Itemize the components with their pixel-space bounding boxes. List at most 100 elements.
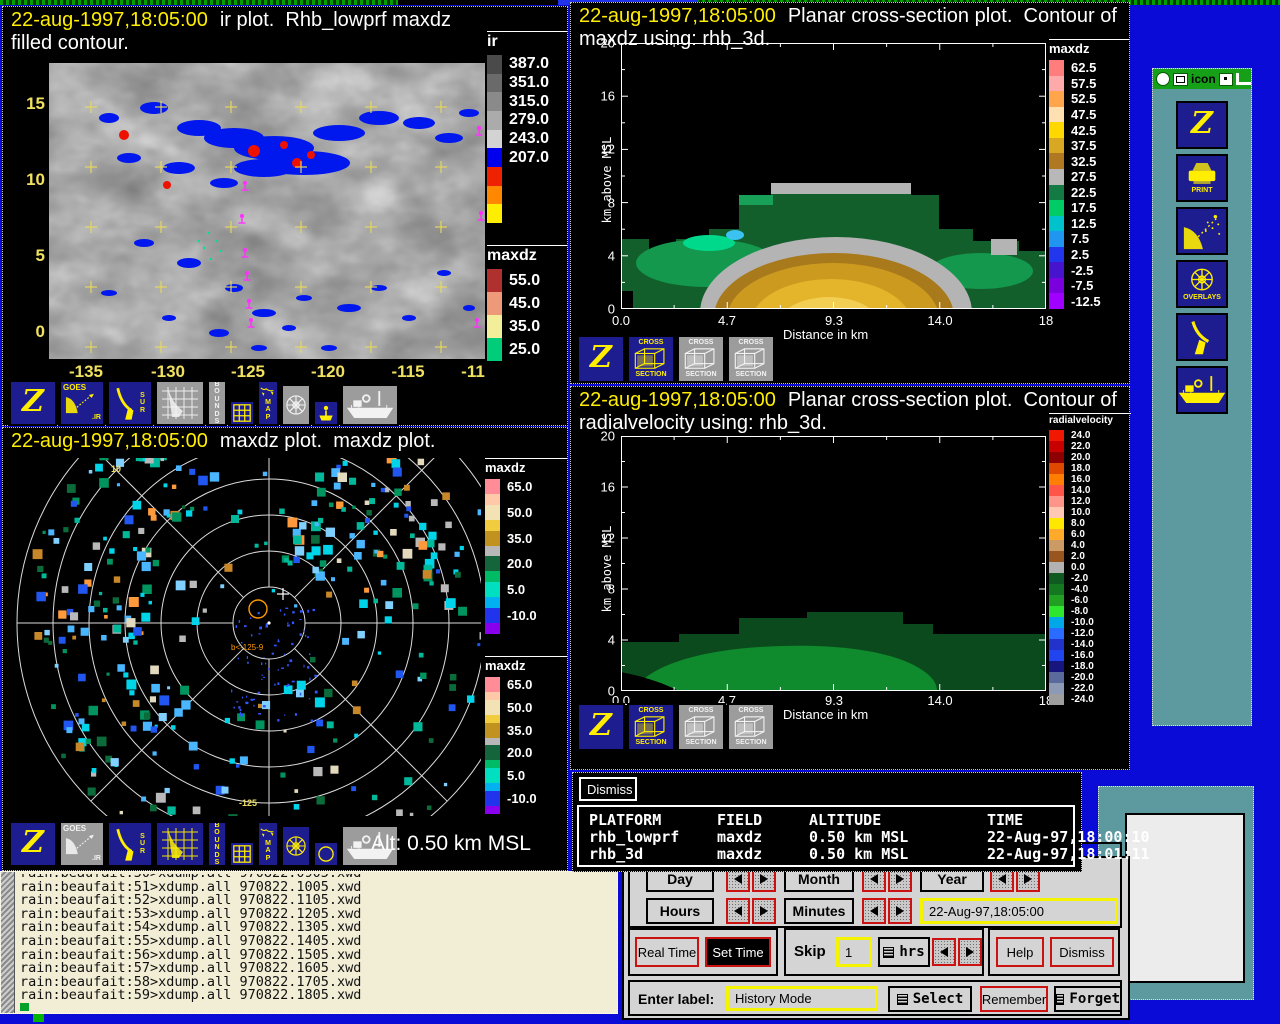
colorbar-entry: -24.0 [1049, 694, 1131, 705]
toolbar-ship-icon[interactable] [1176, 366, 1228, 414]
cross-section-plot-radialvelocity[interactable] [621, 436, 1046, 696]
skip-units-button[interactable]: hrs [878, 937, 930, 967]
colorbar-entry [485, 760, 567, 768]
minutes-button[interactable]: Minutes [784, 898, 854, 924]
toolbar-overlays-icon[interactable]: OVERLAYS [1176, 260, 1228, 308]
toolbar-ship-icon[interactable] [341, 384, 399, 426]
time-input-field[interactable]: 22-Aug-97,18:05:00 [920, 898, 1118, 924]
toolbar-cross-icon[interactable]: CROSSSECTION [677, 335, 725, 383]
toolbar-cross-icon[interactable]: CROSSSECTION [627, 335, 675, 383]
toolbar-goes-icon[interactable]: GOES.IR [59, 821, 105, 867]
table-header-row: PLATFORMFIELDALTITUDETIME [589, 812, 1063, 829]
tick-label: -11 [461, 362, 485, 382]
terminal-line: rain:beaufait:59>xdump.all 970822.1805.x… [20, 989, 615, 1003]
terminal-output[interactable]: rain:beaufait:50>xdump.all 970822.0905.x… [20, 874, 615, 1011]
toolbar-cross-icon[interactable]: CROSSSECTION [627, 703, 675, 751]
window-minimize-icon[interactable] [1219, 73, 1233, 86]
toolbar-bounds-icon[interactable]: BOUNDS [207, 380, 227, 426]
colorbar-entry: 22.0 [1049, 441, 1131, 452]
colorbar-entry [485, 494, 567, 505]
toolbar-cross-icon[interactable]: CROSSSECTION [727, 703, 775, 751]
toolbar-circle-icon[interactable] [313, 841, 339, 867]
toolbar-grid-icon[interactable] [155, 821, 205, 867]
window-restore-icon[interactable] [1236, 73, 1251, 85]
toolbar-antenna-icon[interactable] [1176, 313, 1228, 361]
set-time-button[interactable]: Set Time [705, 937, 771, 967]
terminal-scrollbar[interactable] [1, 872, 15, 1013]
colorbar-entry: 42.5 [1049, 122, 1129, 138]
colorbar-entry [485, 692, 567, 700]
radar-ppi-display[interactable]: 10 -125 b<-125-9 [11, 458, 481, 821]
toolbar-zeb-icon[interactable]: Z [9, 380, 57, 426]
radar-plot-title: 22-aug-1997,18:05:00maxdz plot. maxdz pl… [11, 430, 436, 453]
toolbar-bounds-icon[interactable]: BOUNDS [207, 821, 227, 867]
colorbar-entry [485, 571, 567, 582]
toolbar-wheel-icon[interactable] [281, 825, 311, 867]
tick-label: 10 [26, 170, 45, 190]
ir-plot-subtitle: filled contour. [11, 32, 129, 55]
table-row: rhb_lowprfmaxdz0.50 km MSL22-Aug-97,18:0… [589, 829, 1063, 846]
icon-window-titlebar[interactable]: icon [1153, 69, 1251, 89]
colorbar-entry: 5.0 [485, 582, 567, 597]
skip-value-field[interactable]: 1 [836, 937, 872, 967]
cross-section-plot-maxdz[interactable] [621, 43, 1046, 314]
colorbar-entry: 2.5 [1049, 247, 1129, 263]
label-input-field[interactable]: History Mode [726, 986, 878, 1011]
forget-button[interactable]: Forget [1054, 986, 1122, 1012]
minutes-decrement-button[interactable] [862, 898, 886, 924]
skip-back-button[interactable] [932, 938, 956, 966]
real-time-button[interactable]: Real Time [635, 937, 699, 967]
colorbar-entry [487, 204, 567, 223]
ir-satellite-display[interactable] [49, 63, 485, 364]
hours-button[interactable]: Hours [646, 898, 714, 924]
toolbar-zeb-icon[interactable]: Z [9, 821, 57, 867]
colorbar-entry: 243.0 [487, 130, 567, 149]
remember-button[interactable]: Remember [980, 986, 1048, 1012]
hours-increment-button[interactable] [752, 898, 776, 924]
toolbar-zeb-icon[interactable]: Z [577, 703, 625, 751]
help-button[interactable]: Help [996, 937, 1044, 967]
minutes-increment-button[interactable] [888, 898, 912, 924]
colorbar-entry: -22.0 [1049, 683, 1131, 694]
dismiss-button[interactable]: Dismiss [1050, 937, 1114, 967]
toolbar-zeb-icon[interactable]: Z [1176, 101, 1228, 149]
toolbar-zeb-icon[interactable]: Z [577, 335, 625, 383]
colorbar-entry: 17.5 [1049, 200, 1129, 216]
toolbar-smallgrid-icon[interactable] [229, 400, 255, 426]
colorbar-entry: 65.0 [485, 479, 567, 494]
toolbar-sur-icon[interactable]: SUR [107, 821, 153, 867]
toolbar-print-icon[interactable]: PRINT [1176, 154, 1228, 202]
toolbar-cross-icon[interactable]: CROSSSECTION [677, 703, 725, 751]
colorbar-entry: 12.0 [1049, 496, 1131, 507]
colorbar-entry: 35.0 [485, 531, 567, 546]
colorbar-entry: 315.0 [487, 92, 567, 111]
toolbar-grid-icon[interactable] [155, 380, 205, 426]
colorbar-entry: 32.5 [1049, 153, 1129, 169]
toolbar-goes-icon[interactable]: GOES.IR [59, 380, 105, 426]
colorbar-entry: 55.0 [487, 269, 567, 292]
toolbar-cross-icon[interactable]: CROSSSECTION [727, 335, 775, 383]
window-button-icon[interactable] [1173, 73, 1188, 86]
toolbar-buoy-icon[interactable] [313, 400, 339, 426]
toolbar-map-icon[interactable]: MAP [257, 380, 279, 426]
toolbar-sur-icon[interactable]: SUR [107, 380, 153, 426]
skip-forward-button[interactable] [958, 938, 982, 966]
colorbar-entry: 45.0 [487, 292, 567, 315]
toolbar-map-icon[interactable]: MAP [257, 821, 279, 867]
colorbar-entry [485, 738, 567, 746]
colorbar-entry: 4.0 [1049, 540, 1131, 551]
ir-colorbar: ir387.0351.0315.0279.0243.0207.0 [487, 31, 567, 223]
window-menu-icon[interactable] [1156, 72, 1170, 86]
colorbar-title: maxdz [485, 656, 567, 673]
dismiss-button[interactable]: Dismiss [579, 777, 637, 801]
toolbar-dish2-icon[interactable] [1176, 207, 1228, 255]
cs1-title: 22-aug-1997,18:05:00Planar cross-section… [579, 5, 1117, 28]
help-dismiss-group: Help Dismiss [988, 928, 1120, 976]
toolbar-smallgrid-icon[interactable] [229, 841, 255, 867]
desktop: 151050 -135-130-125-120-115-11 ir387.035… [0, 0, 1280, 1024]
colorbar-entry: -6.0 [1049, 595, 1131, 606]
colorbar-entry: 20.0 [485, 556, 567, 571]
toolbar-wheel-icon[interactable] [281, 384, 311, 426]
hours-decrement-button[interactable] [726, 898, 750, 924]
select-button[interactable]: Select [888, 986, 972, 1012]
